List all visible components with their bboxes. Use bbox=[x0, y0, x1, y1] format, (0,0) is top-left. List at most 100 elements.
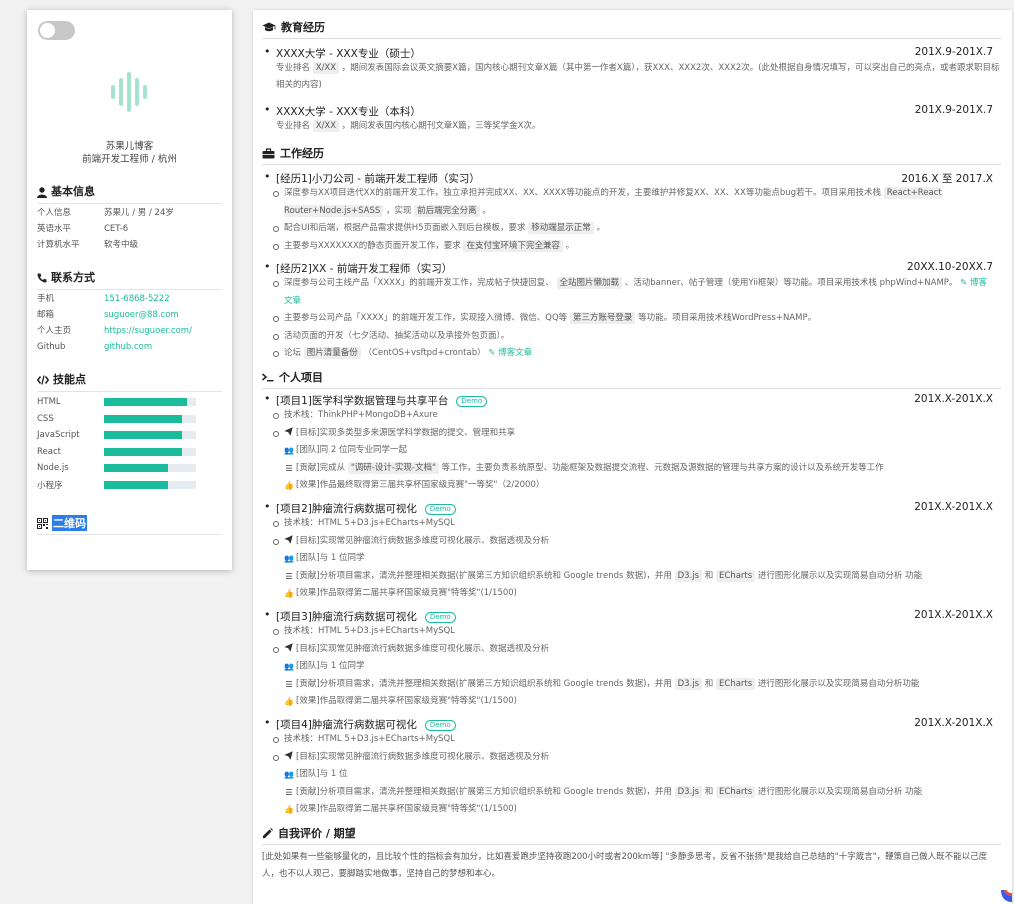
demo-link[interactable]: Demo bbox=[424, 720, 456, 731]
list-icon: ☰ bbox=[285, 787, 293, 797]
profile-title: 前端开发工程师 / 杭州 bbox=[82, 154, 177, 165]
skill-name: React bbox=[37, 446, 61, 457]
user-icon bbox=[37, 186, 47, 198]
corner-badge-icon bbox=[1000, 888, 1012, 902]
row-key: 个人主页 bbox=[37, 326, 72, 336]
contact-row: 邮箱 suguoer@88.com bbox=[37, 309, 222, 322]
project-team-row: 👥 [团队]同 2 位同专业同学一起 bbox=[262, 442, 1001, 460]
row-key: 个人信息 bbox=[37, 208, 72, 218]
row-value: 苏果儿 / 男 / 24岁 bbox=[104, 208, 174, 218]
contact-link[interactable]: 151-6868-5222 bbox=[104, 293, 170, 306]
project-goal: [目标]实现常见肿瘤流行病数据多维度可视化展示、数据透视及分析 bbox=[296, 535, 550, 546]
skill-bar bbox=[104, 414, 196, 423]
project-title: [项目2]肿瘤流行病数据可视化 bbox=[276, 503, 417, 515]
row-value: 软考中级 bbox=[104, 240, 139, 250]
graduation-cap-icon bbox=[262, 22, 276, 31]
list-icon: ☰ bbox=[285, 463, 293, 473]
voice-wave-logo-icon bbox=[111, 72, 147, 112]
work-title: [经历1]小刀公司 - 前端开发工程师（实习） bbox=[276, 173, 480, 185]
skill-bar bbox=[104, 480, 196, 489]
thumbs-up-icon: 👍 bbox=[284, 589, 294, 598]
project-date: 201X.X-201X.X bbox=[914, 609, 993, 621]
basic-info-section: 基本信息 个人信息 苏果儿 / 男 / 24岁 英语水平 CET-6 计算机水平 软考中级 bbox=[37, 184, 222, 252]
row-key: 手机 bbox=[37, 294, 55, 304]
basic-info-heading: 基本信息 bbox=[37, 184, 222, 204]
project-detail: [目标]实现常见肿瘤流行病数据多维度可视化展示、数据透视及分析 bbox=[262, 749, 1001, 767]
contact-link[interactable]: https://suguoer.com/ bbox=[104, 325, 192, 338]
projects-section: 个人项目 [项目1]医学科学数据管理与共享平台 Demo 201X.X-201X.X… bbox=[262, 369, 1001, 814]
contact-link[interactable]: suguoer@88.com bbox=[104, 309, 179, 322]
demo-link[interactable]: Demo bbox=[456, 396, 488, 407]
pencil-icon bbox=[262, 827, 273, 838]
self-eval-text: [此处如果有一些能够量化的，且比较个性的指标会有加分，比如喜爱跑步坚持夜跑200… bbox=[262, 852, 988, 879]
project-effect-row: 👍 [效果]作品取得第二届共享杯国家级竞赛"特等奖"(1/1500) bbox=[262, 801, 1001, 819]
users-icon: 👥 bbox=[284, 662, 294, 671]
work-date: 2016.X 至 2017.X bbox=[901, 173, 993, 185]
thumbs-up-icon: 👍 bbox=[284, 481, 294, 490]
project-item: [项目3]肿瘤流行病数据可视化 Demo 201X.X-201X.X 技术栈：HTML… bbox=[262, 608, 1001, 711]
skills-section: 技能点 HTML CSS JavaScript React Node.js 小程序 bbox=[37, 372, 222, 491]
skill-bar bbox=[104, 431, 196, 439]
project-item: [项目4]肿瘤流行病数据可视化 Demo 201X.X-201X.X 技术栈：HTML… bbox=[262, 716, 1001, 819]
project-date: 201X.X-201X.X bbox=[914, 501, 993, 513]
basic-info-row: 计算机水平 软考中级 bbox=[37, 239, 222, 252]
project-contrib-row: ☰ [贡献]分析项目需求，清洗并整理相关数据(扩展第三方知识组织系统和 Googl… bbox=[262, 568, 1001, 586]
contact-link[interactable]: github.com bbox=[104, 341, 152, 354]
thumbs-up-icon: 👍 bbox=[284, 805, 294, 814]
project-detail: [目标]实现常见肿瘤流行病数据多维度可视化展示、数据透视及分析 bbox=[262, 641, 1001, 659]
projects-heading: 个人项目 bbox=[262, 369, 1001, 389]
users-icon: 👥 bbox=[284, 770, 294, 779]
users-icon: 👥 bbox=[284, 446, 294, 455]
toggle-knob bbox=[40, 23, 55, 38]
skill-name: 小程序 bbox=[37, 480, 63, 491]
contact-row: 手机 151-6868-5222 bbox=[37, 293, 222, 306]
theme-toggle[interactable] bbox=[38, 21, 75, 40]
skill-name: HTML bbox=[37, 397, 61, 407]
skill-row: 小程序 bbox=[37, 478, 222, 491]
work-item: [经历1]小刀公司 - 前端开发工程师（实习）2016.X 至 2017.X 深… bbox=[262, 170, 1001, 255]
project-effect-row: 👍 [效果]作品取得第二届共享杯国家级竞赛"特等奖"(1/1500) bbox=[262, 693, 1001, 711]
project-detail: [目标]实现常见肿瘤流行病数据多维度可视化展示、数据透视及分析 bbox=[262, 533, 1001, 551]
education-title: XXXX大学 - XXX专业（硕士） bbox=[276, 48, 421, 60]
qrcode-icon bbox=[37, 517, 48, 529]
skill-bar bbox=[104, 464, 196, 472]
project-contrib-row: ☰ [贡献]分析项目需求，清洗并整理相关数据(扩展第三方知识组织系统和 Googl… bbox=[262, 676, 1001, 694]
project-goal: [目标]实现常见肿瘤流行病数据多维度可视化展示、数据透视及分析 bbox=[296, 751, 550, 762]
demo-link[interactable]: Demo bbox=[424, 612, 456, 623]
skill-row: React bbox=[37, 445, 222, 458]
skill-name: CSS bbox=[37, 413, 54, 424]
contact-row: 个人主页 https://suguoer.com/ bbox=[37, 325, 222, 338]
profile-name: 苏果儿博客 bbox=[105, 141, 154, 152]
skill-bar-fill bbox=[104, 398, 187, 406]
contact-heading: 联系方式 bbox=[37, 270, 222, 290]
skill-row: CSS bbox=[37, 412, 222, 425]
qr-code-heading[interactable]: 二维码 bbox=[37, 515, 222, 535]
project-title: [项目4]肿瘤流行病数据可视化 bbox=[276, 719, 417, 731]
project-item: [项目1]医学科学数据管理与共享平台 Demo 201X.X-201X.X 技术栈：T… bbox=[262, 392, 1001, 495]
education-item: XXXX大学 - XXX专业（本科） 201X.9-201X.7 专业排名 X/X… bbox=[262, 103, 1001, 135]
skill-bar-fill bbox=[104, 447, 183, 456]
resume-main: 教育经历 XXXX大学 - XXX专业（硕士） 201X.9-201X.7 专业排… bbox=[253, 10, 1012, 904]
project-tech: 技术栈：HTML 5+D3.js+ECharts+MySQL bbox=[262, 731, 1001, 749]
education-desc: 专业排名 X/XX ，期间发表国际会议英文摘要X篇，国内核心期刊文章X篇（其中第… bbox=[276, 62, 1000, 90]
paper-plane-icon bbox=[284, 534, 293, 544]
paper-plane-icon bbox=[284, 426, 293, 436]
blog-article-link[interactable]: ✎ 博客文章 bbox=[488, 348, 532, 358]
self-eval-section: 自我评价 / 期望 [此处如果有一些能够量化的，且比较个性的指标会有加分，比如喜… bbox=[262, 825, 1001, 883]
paper-plane-icon bbox=[284, 642, 293, 652]
sidebar: 苏果儿博客 前端开发工程师 / 杭州 基本信息 个人信息 苏果儿 / 男 / 24… bbox=[27, 10, 232, 570]
skill-bar bbox=[104, 398, 196, 406]
education-title: XXXX大学 - XXX专业（本科） bbox=[276, 106, 421, 118]
code-icon bbox=[37, 375, 49, 385]
row-key: Github bbox=[37, 342, 66, 352]
project-effect-row: 👍 [效果]作品最终取得第三届共享杯国家级竞赛"一等奖"（2/2000） bbox=[262, 477, 1001, 495]
project-contrib-row: ☰ [贡献]分析项目需求，清洗并整理相关数据(扩展第三方知识组织系统和 Googl… bbox=[262, 784, 1001, 802]
row-key: 计算机水平 bbox=[37, 240, 80, 250]
work-item: [经历2]XX - 前端开发工程师（实习）20XX.10-20XX.7 深度参与… bbox=[262, 260, 1001, 363]
skill-bar-fill bbox=[104, 480, 169, 489]
skill-row: HTML bbox=[37, 396, 222, 409]
demo-link[interactable]: Demo bbox=[424, 504, 456, 515]
project-team-row: 👥 [团队]与 1 位 bbox=[262, 766, 1001, 784]
project-title: [项目1]医学科学数据管理与共享平台 bbox=[276, 395, 449, 407]
project-team-row: 👥 [团队]与 1 位同学 bbox=[262, 658, 1001, 676]
